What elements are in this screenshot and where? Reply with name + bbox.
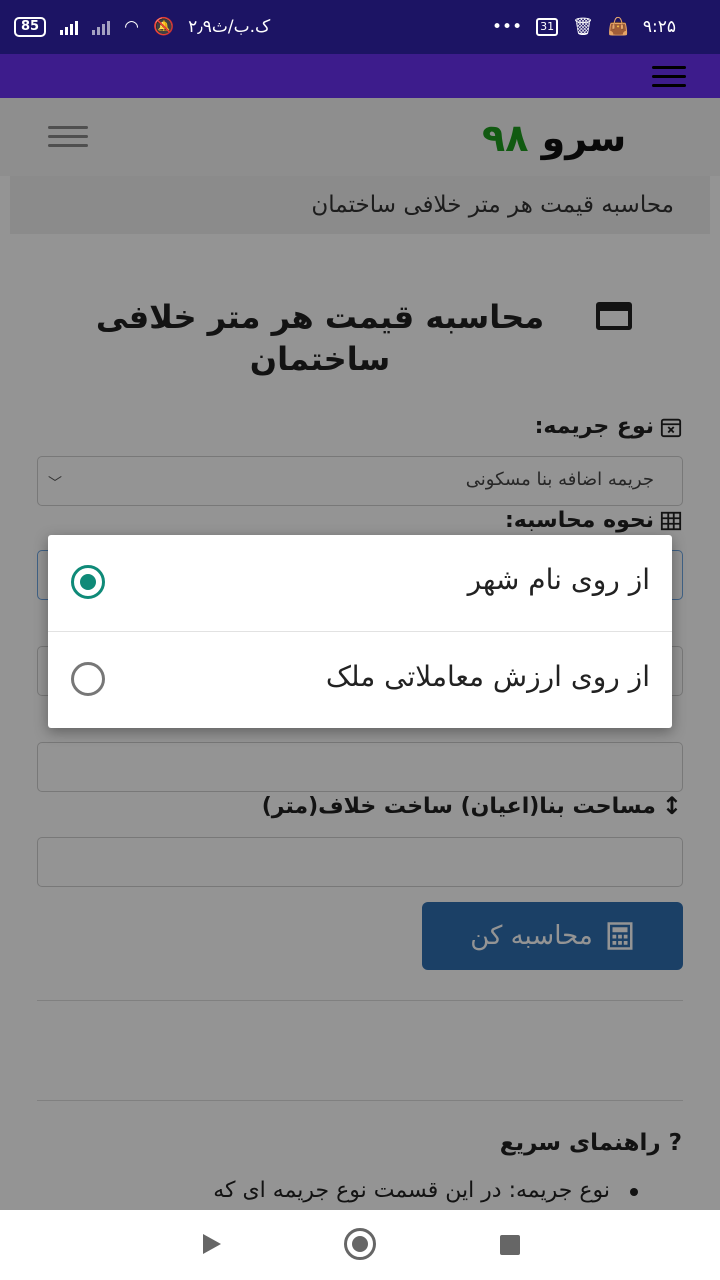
bag-icon: 👜 xyxy=(607,17,629,37)
status-right: ••• 31 🗑 👜 ۹:۲۵ xyxy=(492,15,676,39)
option-by-property-value[interactable]: از روی ارزش معاملاتی ملک xyxy=(48,632,672,728)
mute-icon: 🔕 xyxy=(152,17,175,37)
home-icon[interactable] xyxy=(344,1228,376,1260)
signal-icon xyxy=(60,19,79,35)
radio-unselected-icon[interactable] xyxy=(71,662,105,696)
status-time: ۹:۲۵ xyxy=(642,17,676,37)
signal-icon-2 xyxy=(92,19,111,35)
network-speed: ۲٫۹ک.ب/ث xyxy=(188,17,271,37)
wifi-icon: ◠ xyxy=(124,17,139,37)
battery-icon: 85 xyxy=(14,17,47,37)
status-bar: ••• 31 🗑 👜 ۹:۲۵ 85 ◠ 🔕 ۲٫۹ک.ب/ث xyxy=(0,0,720,54)
status-dots: ••• xyxy=(492,17,523,37)
option-label: از روی ارزش معاملاتی ملک xyxy=(325,660,650,693)
calendar-icon: 31 xyxy=(536,18,559,36)
option-by-city[interactable]: از روی نام شهر xyxy=(48,535,672,631)
recent-apps-icon[interactable] xyxy=(500,1235,520,1255)
app-bar xyxy=(0,54,720,98)
option-label: از روی نام شهر xyxy=(467,563,650,596)
status-left: 85 ◠ 🔕 ۲٫۹ک.ب/ث xyxy=(14,15,270,39)
radio-selected-icon[interactable] xyxy=(71,565,105,599)
back-icon[interactable] xyxy=(203,1234,221,1254)
trash-icon: 🗑 xyxy=(572,17,594,37)
calc-method-dialog: از روی نام شهر از روی ارزش معاملاتی ملک xyxy=(48,535,672,728)
app-menu-icon[interactable] xyxy=(652,66,686,87)
